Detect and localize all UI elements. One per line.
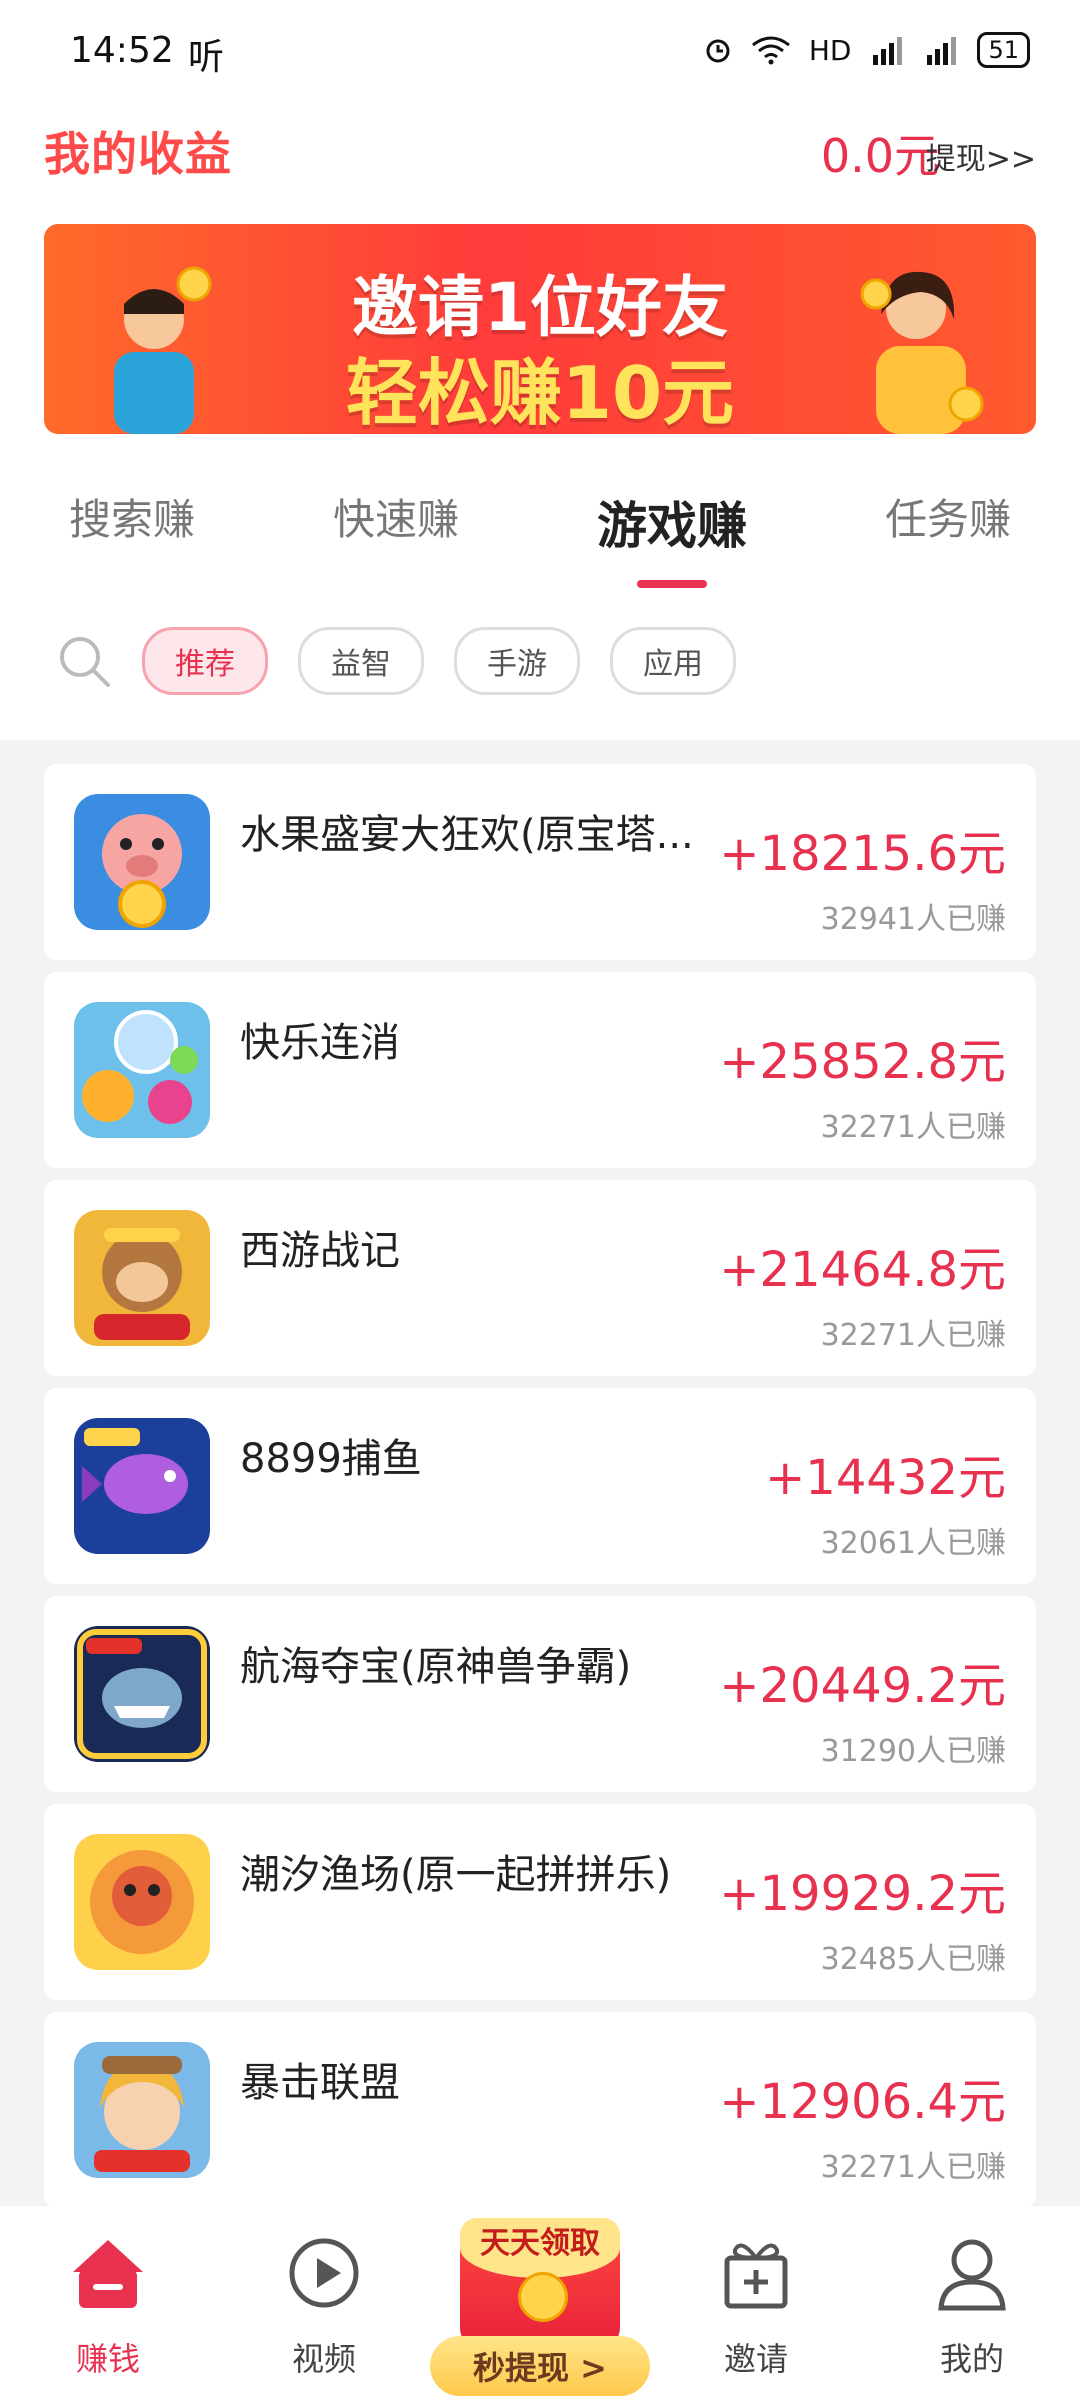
status-bar: 14:52 听 HD 51 [0, 0, 1080, 100]
game-earned-count: 32485人已赚 [820, 1942, 1006, 1977]
status-icons: HD 51 [703, 32, 1030, 68]
girl-hero-icon [74, 2042, 210, 2178]
coin-icon [518, 2272, 568, 2322]
list-item[interactable]: 水果盛宴大狂欢(原宝塔... +18215.6元 32941人已赚 [44, 764, 1036, 960]
cta-pill: 秒提现 > [430, 2336, 650, 2396]
page-title: 我的收益 [44, 127, 232, 181]
tab-search-earn[interactable]: 搜索赚 [69, 470, 195, 580]
game-name: 暴击联盟 [240, 2060, 400, 2106]
game-name: 8899捕鱼 [240, 1436, 422, 1482]
list-item[interactable]: 快乐连消 +25852.8元 32271人已赚 [44, 972, 1036, 1168]
game-reward: +20449.2元 [719, 1658, 1006, 1714]
nav-earn[interactable]: 赚钱 [18, 2228, 198, 2380]
shark-icon [74, 1626, 210, 1762]
signal-icon-2 [927, 37, 957, 65]
game-name: 潮汐渔场(原一起拼拼乐) [240, 1852, 672, 1898]
battery-icon: 51 [977, 32, 1030, 68]
nav-video-label: 视频 [291, 2340, 356, 2378]
game-reward: +21464.8元 [719, 1242, 1006, 1298]
cta-label: 秒提现 > [473, 2349, 607, 2387]
game-earned-count: 32061人已赚 [820, 1526, 1006, 1561]
category-tabs: 搜索赚 快速赚 游戏赚 任务赚 [0, 470, 1080, 580]
home-earn-icon [73, 2240, 143, 2308]
search-icon[interactable] [56, 633, 112, 689]
hd-indicator: HD [808, 33, 852, 67]
game-name: 航海夺宝(原神兽争霸) [240, 1644, 632, 1690]
woman-with-coins-illustration [860, 271, 984, 434]
filter-bar: 推荐 益智 手游 应用 [56, 626, 736, 696]
list-item[interactable]: 8899捕鱼 +14432元 32061人已赚 [44, 1388, 1036, 1584]
list-item[interactable]: 潮汐渔场(原一起拼拼乐) +19929.2元 32485人已赚 [44, 1804, 1036, 2000]
nav-invite-label: 邀请 [723, 2340, 788, 2378]
play-icon [289, 2238, 359, 2308]
wifi-icon [751, 36, 790, 65]
fish-icon [74, 1418, 210, 1554]
candy-icon [74, 1002, 210, 1138]
list-item[interactable]: 暴击联盟 +12906.4元 32271人已赚 [44, 2012, 1036, 2208]
game-reward: +19929.2元 [719, 1866, 1006, 1922]
gift-icon [724, 2243, 788, 2309]
game-earned-count: 31290人已赚 [820, 1734, 1006, 1769]
alarm-icon [706, 39, 730, 63]
status-time: 14:52 [70, 30, 174, 71]
list-item[interactable]: 西游战记 +21464.8元 32271人已赚 [44, 1180, 1036, 1376]
game-earned-count: 32271人已赚 [820, 1110, 1006, 1145]
signal-icon-1 [873, 37, 903, 65]
game-name: 快乐连消 [240, 1020, 400, 1066]
tab-quick-earn[interactable]: 快速赚 [333, 470, 459, 580]
balance-amount: 0.0元 [820, 129, 940, 183]
game-list: 水果盛宴大狂欢(原宝塔... +18215.6元 32941人已赚 快乐连消 +… [44, 764, 1036, 2220]
filter-puzzle[interactable]: 益智 [298, 627, 424, 695]
pig-coin-icon [74, 794, 210, 930]
carrier-glyph: 听 [188, 37, 225, 78]
nav-video[interactable]: 视频 [234, 2228, 414, 2380]
game-earned-count: 32271人已赚 [820, 2150, 1006, 2185]
octopus-icon [74, 1834, 210, 1970]
filter-recommended[interactable]: 推荐 [142, 627, 268, 695]
filter-mobile-games[interactable]: 手游 [454, 627, 580, 695]
filter-apps[interactable]: 应用 [610, 627, 736, 695]
list-item[interactable]: 航海夺宝(原神兽争霸) +20449.2元 31290人已赚 [44, 1596, 1036, 1792]
monkey-king-icon [74, 1210, 210, 1346]
tab-game-earn[interactable]: 游戏赚 [597, 470, 747, 580]
nav-profile[interactable]: 我的 [882, 2228, 1062, 2380]
game-reward: +14432元 [765, 1450, 1006, 1506]
game-reward: +18215.6元 [719, 826, 1006, 882]
nav-invite[interactable]: 邀请 [666, 2228, 846, 2380]
game-reward: +25852.8元 [719, 1034, 1006, 1090]
game-name: 水果盛宴大狂欢(原宝塔... [240, 812, 694, 858]
daily-withdraw-button[interactable]: 天天领取 秒提现 > [430, 2200, 650, 2396]
cta-top-label: 天天领取 [480, 2226, 600, 2261]
withdraw-link[interactable]: 提现>> [926, 134, 1036, 178]
nav-earn-label: 赚钱 [75, 2340, 140, 2378]
invite-banner[interactable]: 邀请1位好友 轻松赚10元 [44, 224, 1036, 434]
nav-profile-label: 我的 [939, 2340, 1004, 2378]
game-earned-count: 32271人已赚 [820, 1318, 1006, 1353]
tab-task-earn[interactable]: 任务赚 [885, 470, 1011, 580]
game-earned-count: 32941人已赚 [820, 902, 1006, 937]
game-reward: +12906.4元 [719, 2074, 1006, 2130]
game-name: 西游战记 [240, 1228, 400, 1274]
profile-icon [938, 2239, 1006, 2311]
